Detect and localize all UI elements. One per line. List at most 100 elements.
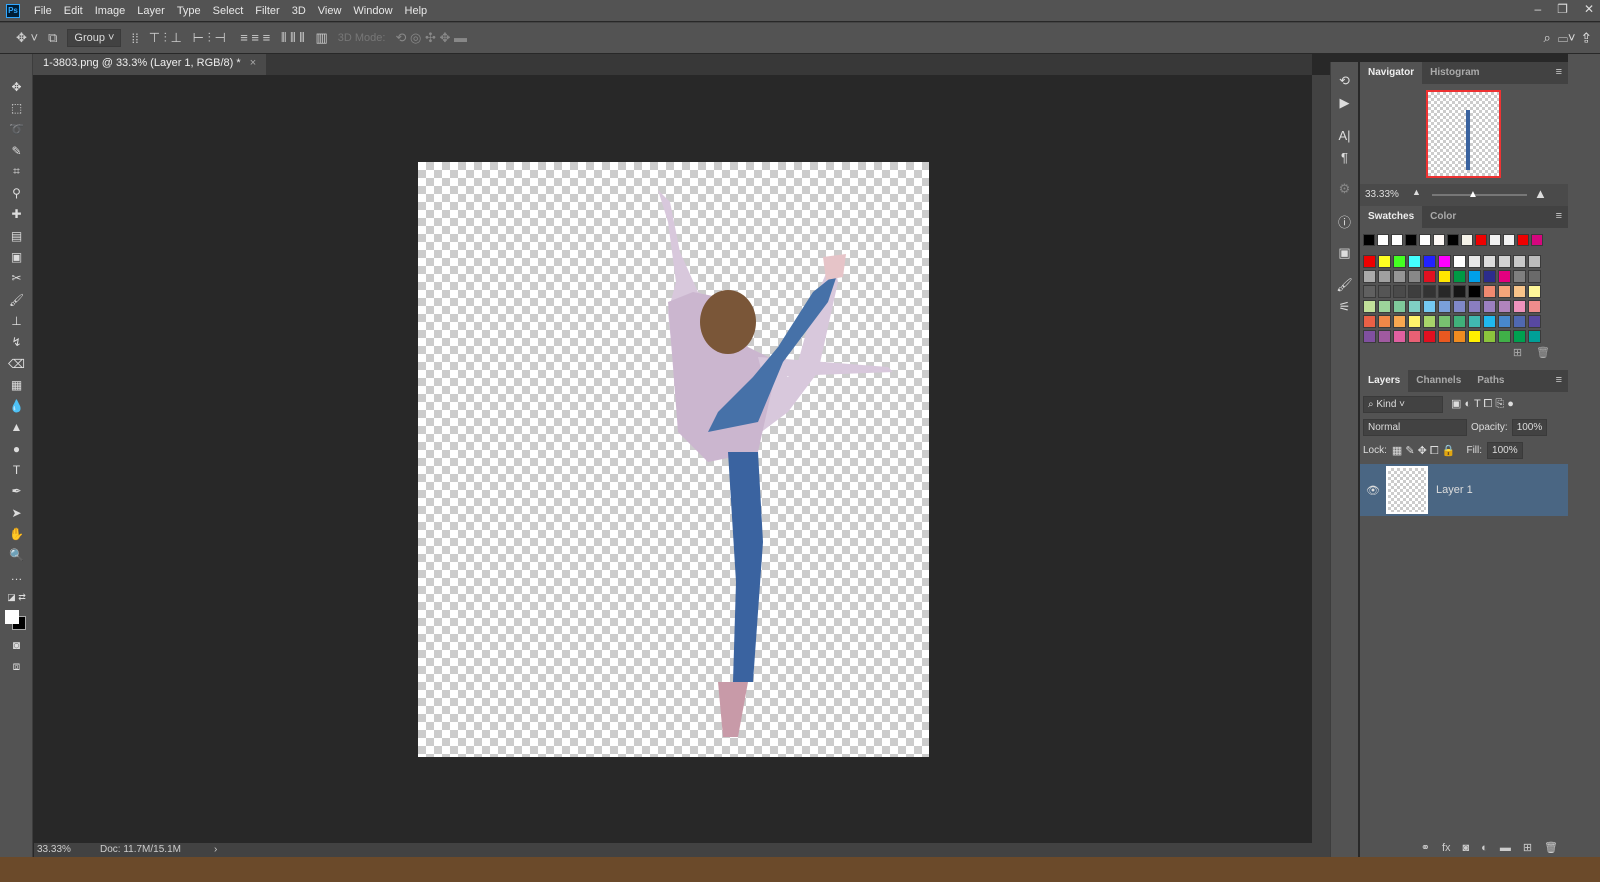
menu-view[interactable]: View bbox=[318, 5, 342, 17]
restore-icon[interactable]: ❐ bbox=[1557, 2, 1568, 16]
content-aware-icon[interactable]: ▣ bbox=[0, 246, 33, 267]
filter-icons[interactable]: ▣ ◐ T ⧠ ⎘ ● bbox=[1451, 397, 1514, 411]
new-group-icon[interactable]: ▬ bbox=[1500, 842, 1511, 854]
hand-tool-icon[interactable]: ✋ bbox=[0, 523, 33, 544]
foreground-background-color[interactable] bbox=[0, 608, 33, 634]
recent-swatch[interactable] bbox=[1433, 234, 1445, 246]
swatch[interactable] bbox=[1378, 270, 1391, 283]
swatch[interactable] bbox=[1483, 285, 1496, 298]
path-select-icon[interactable]: ➤ bbox=[0, 502, 33, 523]
recent-swatch[interactable] bbox=[1461, 234, 1473, 246]
swatch[interactable] bbox=[1498, 285, 1511, 298]
libraries-icon[interactable]: ▣ bbox=[1331, 242, 1358, 264]
swatch[interactable] bbox=[1438, 315, 1451, 328]
new-layer-icon[interactable]: ⊞ bbox=[1523, 841, 1532, 854]
zoom-in-icon[interactable]: ▲ bbox=[1534, 186, 1547, 201]
dodge-tool-icon[interactable]: ● bbox=[0, 438, 33, 459]
quick-mask-icon[interactable]: ◙ bbox=[0, 634, 33, 655]
swatch[interactable] bbox=[1378, 285, 1391, 298]
swatch[interactable] bbox=[1453, 255, 1466, 268]
swatch[interactable] bbox=[1363, 255, 1376, 268]
transform-controls-icon[interactable]: ⁞⁞ bbox=[131, 31, 138, 46]
menu-type[interactable]: Type bbox=[177, 5, 201, 17]
auto-select-icon[interactable]: ⧉ bbox=[48, 30, 57, 46]
swatch[interactable] bbox=[1453, 270, 1466, 283]
swatch[interactable] bbox=[1423, 255, 1436, 268]
swatch[interactable] bbox=[1408, 315, 1421, 328]
new-swatch-icon[interactable]: ⊞ bbox=[1513, 346, 1522, 364]
swatch[interactable] bbox=[1453, 315, 1466, 328]
swatch[interactable] bbox=[1408, 285, 1421, 298]
swatch[interactable] bbox=[1393, 255, 1406, 268]
swatch[interactable] bbox=[1513, 315, 1526, 328]
swatch[interactable] bbox=[1528, 300, 1541, 313]
swatch[interactable] bbox=[1363, 330, 1376, 343]
blur-tool-icon[interactable]: 💧 bbox=[0, 395, 33, 416]
swatch[interactable] bbox=[1528, 285, 1541, 298]
swatch[interactable] bbox=[1483, 300, 1496, 313]
swatch[interactable] bbox=[1378, 315, 1391, 328]
brush-tool-icon[interactable]: 🖌 bbox=[0, 289, 33, 310]
navigator-thumbnail[interactable] bbox=[1426, 90, 1501, 178]
swatch[interactable] bbox=[1423, 315, 1436, 328]
menu-layer[interactable]: Layer bbox=[137, 5, 165, 17]
color-swap-icon[interactable]: ◪ ⇄ bbox=[0, 587, 33, 608]
swatch[interactable] bbox=[1363, 300, 1376, 313]
tab-paths[interactable]: Paths bbox=[1469, 370, 1512, 392]
swatch[interactable] bbox=[1423, 330, 1436, 343]
layer-row[interactable]: 👁 Layer 1 bbox=[1360, 464, 1568, 516]
swatch[interactable] bbox=[1468, 300, 1481, 313]
more-tools-icon[interactable]: … bbox=[0, 566, 33, 587]
recent-swatch[interactable] bbox=[1391, 234, 1403, 246]
swatch[interactable] bbox=[1438, 330, 1451, 343]
menu-file[interactable]: File bbox=[34, 5, 52, 17]
swatch[interactable] bbox=[1438, 285, 1451, 298]
recent-swatch[interactable] bbox=[1503, 234, 1515, 246]
gradient-tool-icon[interactable]: ▦ bbox=[0, 374, 33, 395]
swatch[interactable] bbox=[1423, 285, 1436, 298]
history-icon[interactable]: ⟲ bbox=[1331, 70, 1358, 92]
recent-swatch[interactable] bbox=[1377, 234, 1389, 246]
swatch[interactable] bbox=[1393, 315, 1406, 328]
navigator-preview[interactable] bbox=[1360, 84, 1568, 184]
menu-3d[interactable]: 3D bbox=[292, 5, 306, 17]
zoom-out-icon[interactable]: ▲ bbox=[1412, 187, 1421, 197]
swatch[interactable] bbox=[1378, 330, 1391, 343]
menu-edit[interactable]: Edit bbox=[64, 5, 83, 17]
menu-select[interactable]: Select bbox=[213, 5, 244, 17]
swatch[interactable] bbox=[1378, 300, 1391, 313]
tab-layers[interactable]: Layers bbox=[1360, 370, 1409, 392]
swatch[interactable] bbox=[1513, 270, 1526, 283]
fill-input[interactable]: 100% bbox=[1487, 442, 1523, 459]
swatch[interactable] bbox=[1423, 270, 1436, 283]
swatch[interactable] bbox=[1498, 315, 1511, 328]
align-icons[interactable]: ⊤ ⫶ ⊥ ⊢ ⫶ ⊣ ≡ ≡ ≡ ⫴ ⫴ ⫴ ▥ bbox=[149, 30, 328, 46]
swatch[interactable] bbox=[1498, 300, 1511, 313]
recent-swatch[interactable] bbox=[1531, 234, 1543, 246]
swatch[interactable] bbox=[1393, 270, 1406, 283]
swatch[interactable] bbox=[1468, 285, 1481, 298]
swatch[interactable] bbox=[1408, 330, 1421, 343]
close-tab-icon[interactable]: × bbox=[250, 57, 256, 69]
visibility-eye-icon[interactable]: 👁 bbox=[1360, 484, 1386, 497]
swatch[interactable] bbox=[1528, 270, 1541, 283]
swatch[interactable] bbox=[1408, 300, 1421, 313]
3d-icon[interactable]: ⚙ bbox=[1331, 178, 1358, 200]
canvas-scrollbar[interactable] bbox=[1312, 75, 1330, 857]
history-brush-icon[interactable]: ↯ bbox=[0, 332, 33, 353]
swatch[interactable] bbox=[1378, 255, 1391, 268]
status-zoom[interactable]: 33.33% bbox=[37, 844, 71, 855]
document-canvas[interactable] bbox=[418, 162, 929, 757]
info-icon[interactable]: ⓘ bbox=[1331, 210, 1358, 232]
eyedropper-tool-icon[interactable]: ⚲ bbox=[0, 182, 33, 203]
status-menu-arrow[interactable]: › bbox=[214, 844, 217, 855]
swatch[interactable] bbox=[1528, 255, 1541, 268]
sharpen-tool-icon[interactable]: ▲ bbox=[0, 417, 33, 438]
swatch[interactable] bbox=[1483, 255, 1496, 268]
swatch[interactable] bbox=[1498, 330, 1511, 343]
swatch[interactable] bbox=[1438, 255, 1451, 268]
patch-tool-icon[interactable]: ▤ bbox=[0, 225, 33, 246]
paragraph-icon[interactable]: ¶ bbox=[1331, 146, 1358, 168]
stamp-tool-icon[interactable]: ⊥ bbox=[0, 310, 33, 331]
eraser-tool-icon[interactable]: ⌫ bbox=[0, 353, 33, 374]
